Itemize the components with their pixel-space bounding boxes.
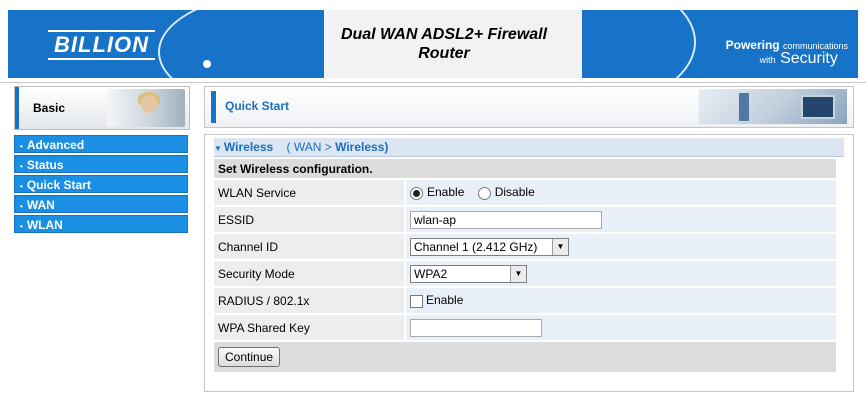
wlan-disable-radio[interactable] — [477, 186, 491, 200]
sidebar-item-label: Quick Start — [26, 178, 91, 192]
image-pole — [739, 93, 749, 121]
breadcrumb-current: Wireless) — [335, 140, 389, 154]
bullet-icon: • — [20, 142, 23, 151]
image-monitor — [801, 95, 835, 119]
sidebar-item-label: WAN — [26, 198, 55, 212]
basic-label: Basic — [33, 101, 66, 115]
wpa-key-label: WPA Shared Key — [214, 315, 406, 342]
bullet-icon: • — [20, 222, 23, 231]
table-heading-row: Set Wireless configuration. — [214, 159, 836, 180]
basic-photo — [107, 89, 185, 127]
sidebar-item-status[interactable]: • Status — [14, 155, 188, 173]
panel-title: Wireless — [223, 140, 274, 154]
security-value: WPA2 — [414, 266, 448, 281]
sidebar-item-wlan[interactable]: • WLAN — [14, 215, 188, 233]
essid-input[interactable] — [410, 210, 602, 229]
continue-button[interactable]: Continue — [218, 347, 281, 367]
sidebar-item-advanced[interactable]: • Advanced — [14, 135, 188, 153]
channel-label: Channel ID — [214, 234, 406, 261]
wpa-key-cell — [406, 315, 836, 342]
office-image — [699, 89, 847, 124]
billion-logo: BILLION — [48, 30, 155, 60]
radius-enable-checkbox[interactable] — [410, 294, 423, 308]
security-mode-select[interactable]: WPA2 ▼ — [410, 264, 527, 283]
radius-enable-label: Enable — [426, 293, 464, 308]
title-line-2: Router — [418, 45, 470, 62]
chevron-down-icon: ▼ — [510, 265, 526, 282]
tagline: Powering communications with Security — [726, 38, 848, 68]
channel-cell: Channel 1 (2.412 GHz) ▼ — [406, 234, 836, 261]
sidebar-item-label: Status — [26, 158, 64, 172]
table-row: WLAN Service Enable Disable — [214, 180, 836, 207]
banner-dot — [203, 60, 211, 68]
bullet-icon: • — [20, 182, 23, 191]
table-row: Channel ID Channel 1 (2.412 GHz) ▼ — [214, 234, 836, 261]
table-row: WPA Shared Key — [214, 315, 836, 342]
page-title: Dual WAN ADSL2+ Firewall Router — [324, 25, 564, 63]
table-row: Security Mode WPA2 ▼ — [214, 261, 836, 288]
bullet-icon: • — [20, 202, 23, 211]
channel-select[interactable]: Channel 1 (2.412 GHz) ▼ — [410, 237, 569, 256]
channel-value: Channel 1 (2.412 GHz) — [414, 239, 538, 254]
wlan-service-label: WLAN Service — [214, 180, 406, 207]
header-banner: BILLION Dual WAN ADSL2+ Firewall Router … — [0, 0, 866, 83]
tagline-with: with — [759, 55, 776, 65]
table-row: ESSID — [214, 207, 836, 234]
wlan-enable-label: Enable — [427, 185, 465, 200]
photo-head — [141, 95, 157, 113]
sidebar-item-label: WLAN — [26, 218, 63, 232]
banner-right-panel: Powering communications with Security — [582, 10, 858, 78]
collapse-triangle-icon[interactable]: ▼ — [214, 144, 222, 153]
essid-label: ESSID — [214, 207, 406, 234]
breadcrumb-prefix: ( WAN > — [286, 140, 332, 154]
wlan-disable-label: Disable — [494, 185, 535, 200]
radius-cell: Enable — [406, 288, 836, 315]
essid-cell — [406, 207, 836, 234]
basic-mode-box[interactable]: Basic — [14, 86, 190, 130]
chevron-down-icon: ▼ — [552, 238, 568, 255]
wireless-config-table: Set Wireless configuration. WLAN Service… — [214, 159, 836, 374]
sidebar-item-label: Advanced — [26, 138, 85, 152]
banner-swoosh — [158, 10, 324, 78]
table-heading: Set Wireless configuration. — [214, 159, 836, 180]
title-line-1: Dual WAN ADSL2+ Firewall — [340, 26, 548, 43]
sidebar-menu: • Advanced • Status • Quick Start • WAN • WLA… — [14, 135, 188, 235]
tagline-security-line: with Security — [726, 50, 848, 68]
section-header: Quick Start — [204, 86, 854, 128]
section-accent-bar — [211, 91, 216, 123]
basic-accent-bar — [15, 87, 19, 129]
tagline-security: Security — [780, 50, 838, 67]
radius-label: RADIUS / 802.1x — [214, 288, 406, 315]
security-cell: WPA2 ▼ — [406, 261, 836, 288]
table-row: RADIUS / 802.1x Enable — [214, 288, 836, 315]
section-title: Quick Start — [225, 99, 290, 113]
banner-left-panel: BILLION — [8, 10, 324, 78]
button-cell: Continue — [214, 342, 836, 374]
wireless-panel: ▼ Wireless ( WAN > Wireless) Set Wireless… — [204, 134, 854, 392]
wireless-panel-header: ▼ Wireless ( WAN > Wireless) — [214, 138, 844, 157]
bullet-icon: • — [20, 162, 23, 171]
sidebar-item-wan[interactable]: • WAN — [14, 195, 188, 213]
security-label: Security Mode — [214, 261, 406, 288]
button-row: Continue — [214, 342, 836, 374]
sidebar-item-quick-start[interactable]: • Quick Start — [14, 175, 188, 193]
wpa-shared-key-input[interactable] — [410, 318, 542, 337]
breadcrumb: ( WAN > Wireless) — [287, 140, 389, 154]
banner-swoosh-right — [582, 10, 696, 78]
wlan-service-options: Enable Disable — [406, 180, 836, 207]
wlan-enable-radio[interactable] — [410, 186, 423, 200]
